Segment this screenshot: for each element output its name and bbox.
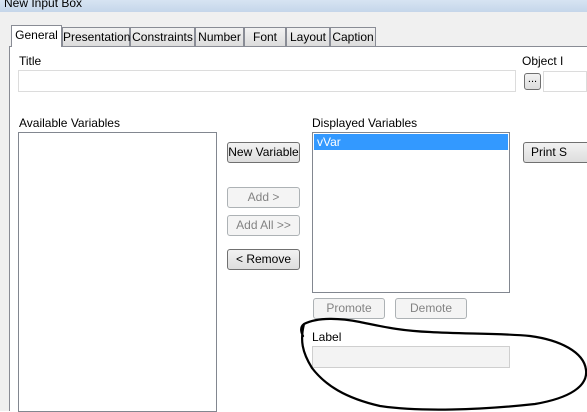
hand-drawn-circle-annotation (300, 317, 587, 411)
tab-label: General (15, 28, 58, 42)
tab-general[interactable]: General (11, 25, 62, 47)
